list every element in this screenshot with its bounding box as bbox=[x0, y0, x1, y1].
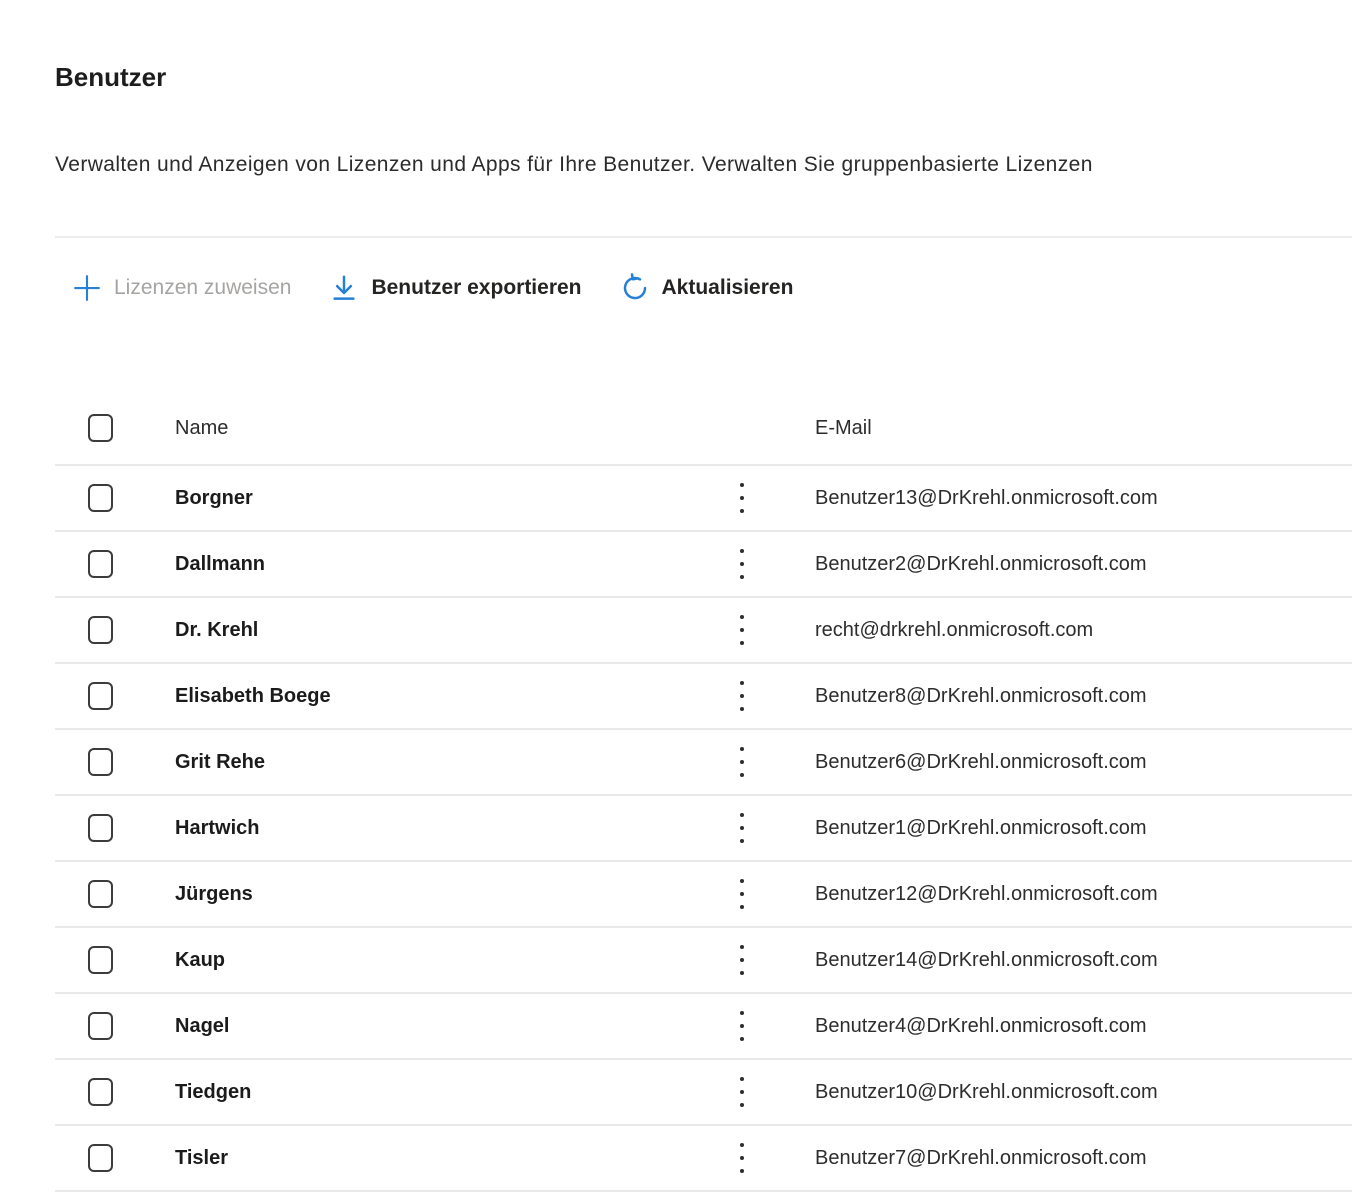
user-email: Benutzer1@DrKrehl.onmicrosoft.com bbox=[782, 817, 1352, 840]
user-table-body: Borgner Benutzer13@DrKrehl.onmicrosoft.c… bbox=[55, 466, 1352, 1192]
row-checkbox[interactable] bbox=[88, 550, 113, 578]
table-header-row: Name E-Mail bbox=[55, 392, 1352, 466]
more-vertical-icon[interactable] bbox=[738, 547, 746, 581]
table-row[interactable]: Nagel Benutzer4@DrKrehl.onmicrosoft.com bbox=[55, 994, 1352, 1060]
user-name: Elisabeth Boege bbox=[175, 685, 702, 708]
export-users-label: Benutzer exportieren bbox=[371, 276, 581, 300]
more-vertical-icon[interactable] bbox=[738, 481, 746, 515]
users-license-page: Benutzer Verwalten und Anzeigen von Lize… bbox=[0, 60, 1352, 1198]
row-checkbox[interactable] bbox=[88, 1144, 113, 1172]
more-vertical-icon[interactable] bbox=[738, 811, 746, 845]
more-vertical-icon[interactable] bbox=[738, 877, 746, 911]
row-checkbox[interactable] bbox=[88, 682, 113, 710]
user-email: Benutzer8@DrKrehl.onmicrosoft.com bbox=[782, 685, 1352, 708]
command-bar: Lizenzen zuweisen Benutzer exportieren bbox=[55, 262, 1352, 314]
more-vertical-icon[interactable] bbox=[738, 745, 746, 779]
table-row[interactable]: Dallmann Benutzer2@DrKrehl.onmicrosoft.c… bbox=[55, 532, 1352, 598]
plus-icon bbox=[72, 273, 102, 303]
refresh-label: Aktualisieren bbox=[662, 276, 794, 300]
row-checkbox[interactable] bbox=[88, 1012, 113, 1040]
row-checkbox[interactable] bbox=[88, 814, 113, 842]
column-header-name[interactable]: Name bbox=[175, 417, 702, 440]
user-email: Benutzer4@DrKrehl.onmicrosoft.com bbox=[782, 1015, 1352, 1038]
more-vertical-icon[interactable] bbox=[738, 1009, 746, 1043]
toolbar-divider bbox=[55, 236, 1352, 238]
user-name: Dr. Krehl bbox=[175, 619, 702, 642]
table-row[interactable]: Hartwich Benutzer1@DrKrehl.onmicrosoft.c… bbox=[55, 796, 1352, 862]
user-name: Dallmann bbox=[175, 553, 702, 576]
more-vertical-icon[interactable] bbox=[738, 943, 746, 977]
column-header-email[interactable]: E-Mail bbox=[782, 417, 1352, 440]
user-name: Tiedgen bbox=[175, 1081, 702, 1104]
row-checkbox[interactable] bbox=[88, 1078, 113, 1106]
table-row[interactable]: Jürgens Benutzer12@DrKrehl.onmicrosoft.c… bbox=[55, 862, 1352, 928]
more-vertical-icon[interactable] bbox=[738, 613, 746, 647]
table-row[interactable]: Dr. Krehl recht@drkrehl.onmicrosoft.com bbox=[55, 598, 1352, 664]
more-vertical-icon[interactable] bbox=[738, 1075, 746, 1109]
page-title: Benutzer bbox=[55, 60, 1352, 94]
export-users-button[interactable]: Benutzer exportieren bbox=[329, 273, 581, 303]
user-name: Tisler bbox=[175, 1147, 702, 1170]
user-name: Nagel bbox=[175, 1015, 702, 1038]
table-row[interactable]: Elisabeth Boege Benutzer8@DrKrehl.onmicr… bbox=[55, 664, 1352, 730]
user-email: Benutzer2@DrKrehl.onmicrosoft.com bbox=[782, 553, 1352, 576]
table-row[interactable]: Grit Rehe Benutzer6@DrKrehl.onmicrosoft.… bbox=[55, 730, 1352, 796]
row-checkbox[interactable] bbox=[88, 484, 113, 512]
table-row[interactable]: Kaup Benutzer14@DrKrehl.onmicrosoft.com bbox=[55, 928, 1352, 994]
table-row[interactable]: Borgner Benutzer13@DrKrehl.onmicrosoft.c… bbox=[55, 466, 1352, 532]
assign-licenses-label: Lizenzen zuweisen bbox=[114, 276, 291, 300]
user-name: Jürgens bbox=[175, 883, 702, 906]
user-email: Benutzer14@DrKrehl.onmicrosoft.com bbox=[782, 949, 1352, 972]
user-name: Borgner bbox=[175, 487, 702, 510]
page-description: Verwalten und Anzeigen von Lizenzen und … bbox=[55, 150, 1352, 180]
table-row[interactable]: Tiedgen Benutzer10@DrKrehl.onmicrosoft.c… bbox=[55, 1060, 1352, 1126]
user-email: Benutzer10@DrKrehl.onmicrosoft.com bbox=[782, 1081, 1352, 1104]
user-email: recht@drkrehl.onmicrosoft.com bbox=[782, 619, 1352, 642]
user-name: Grit Rehe bbox=[175, 751, 702, 774]
refresh-icon bbox=[620, 273, 650, 303]
select-all-checkbox[interactable] bbox=[88, 414, 113, 442]
row-checkbox[interactable] bbox=[88, 946, 113, 974]
more-vertical-icon[interactable] bbox=[738, 679, 746, 713]
user-email: Benutzer7@DrKrehl.onmicrosoft.com bbox=[782, 1147, 1352, 1170]
user-name: Kaup bbox=[175, 949, 702, 972]
user-email: Benutzer13@DrKrehl.onmicrosoft.com bbox=[782, 487, 1352, 510]
assign-licenses-button[interactable]: Lizenzen zuweisen bbox=[72, 273, 291, 303]
row-checkbox[interactable] bbox=[88, 880, 113, 908]
row-checkbox[interactable] bbox=[88, 616, 113, 644]
refresh-button[interactable]: Aktualisieren bbox=[620, 273, 794, 303]
user-name: Hartwich bbox=[175, 817, 702, 840]
user-email: Benutzer12@DrKrehl.onmicrosoft.com bbox=[782, 883, 1352, 906]
row-checkbox[interactable] bbox=[88, 748, 113, 776]
download-icon bbox=[329, 273, 359, 303]
user-email: Benutzer6@DrKrehl.onmicrosoft.com bbox=[782, 751, 1352, 774]
table-row[interactable]: Tisler Benutzer7@DrKrehl.onmicrosoft.com bbox=[55, 1126, 1352, 1192]
more-vertical-icon[interactable] bbox=[738, 1141, 746, 1175]
